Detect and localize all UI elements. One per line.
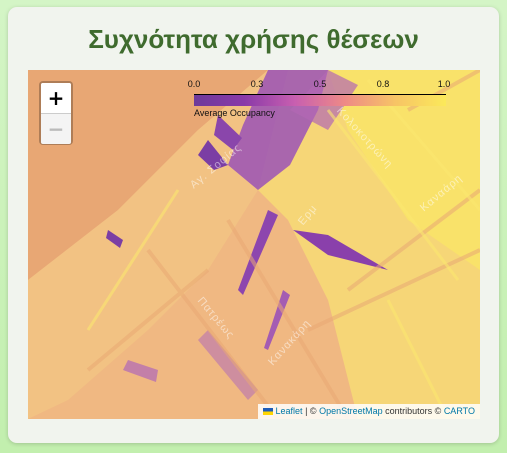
map-attribution: Leaflet | © OpenStreetMap contributors ©… [257,404,480,419]
zoom-in-button[interactable]: + [41,83,71,114]
ukraine-flag-icon [262,408,273,415]
page-title: Συχνότητα χρήσης θέσεων [88,24,419,54]
legend-caption: Average Occupancy [194,108,275,118]
attribution-contributors: contributors © [385,406,442,416]
zoom-out-button[interactable]: − [41,114,71,144]
legend-tick: 1.0 [437,79,451,89]
legend-tick: 0.3 [250,79,264,89]
leaflet-link[interactable]: Leaflet [276,406,303,416]
legend-color-bar [194,94,446,106]
occupancy-map[interactable]: Αγ. Σοφίας Κολοκοτρώνη Καναάρη Κανακάρη … [28,70,480,419]
openstreetmap-link[interactable]: OpenStreetMap [319,406,383,416]
occupancy-legend: 0.0 0.3 0.5 0.8 1.0 Average Occupancy [188,79,451,125]
legend-tick: 0.0 [187,79,201,89]
zoom-control: + − [39,81,73,145]
attribution-copyright: © [309,406,317,416]
map-card: Συχνότητα χρήσης θέσεων Αγ. Σοφίας Κολοκ… [8,7,499,443]
legend-tick: 0.8 [376,79,390,89]
carto-link[interactable]: CARTO [444,406,475,416]
legend-tick: 0.5 [313,79,327,89]
attribution-separator: | [305,406,308,416]
